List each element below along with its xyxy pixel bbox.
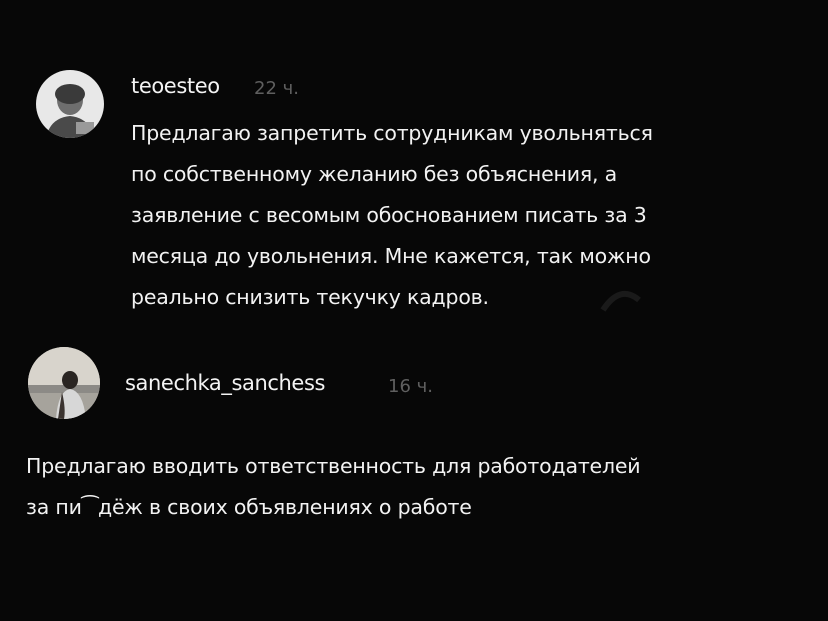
- comment-line: заявление с весомым обоснованием писать …: [131, 203, 647, 227]
- user-photo-icon: [36, 70, 104, 138]
- comment-line: Предлагаю вводить ответственность для ра…: [26, 454, 641, 478]
- avatar[interactable]: [28, 347, 100, 419]
- comment-line: месяца до увольнения. Мне кажется, так м…: [131, 244, 651, 268]
- avatar[interactable]: [36, 70, 104, 138]
- timestamp: 22 ч.: [254, 78, 299, 99]
- comment-text: Предлагаю вводить ответственность для ра…: [26, 446, 641, 528]
- comment-line: по собственному желанию без объяснения, …: [131, 162, 617, 186]
- faint-decoration-icon: [600, 290, 641, 312]
- username[interactable]: sanechka_sanchess: [125, 371, 325, 395]
- username[interactable]: teoesteo: [131, 74, 220, 98]
- comment-text: Предлагаю запретить сотрудникам увольнят…: [131, 113, 653, 318]
- timestamp: 16 ч.: [388, 376, 433, 397]
- user-photo-icon: [28, 347, 100, 419]
- comment-line: реально снизить текучку кадров.: [131, 285, 489, 309]
- comment-line: Предлагаю запретить сотрудникам увольнят…: [131, 121, 653, 145]
- comment-line: за пи⁀дёж в своих объявлениях о работе: [26, 495, 472, 519]
